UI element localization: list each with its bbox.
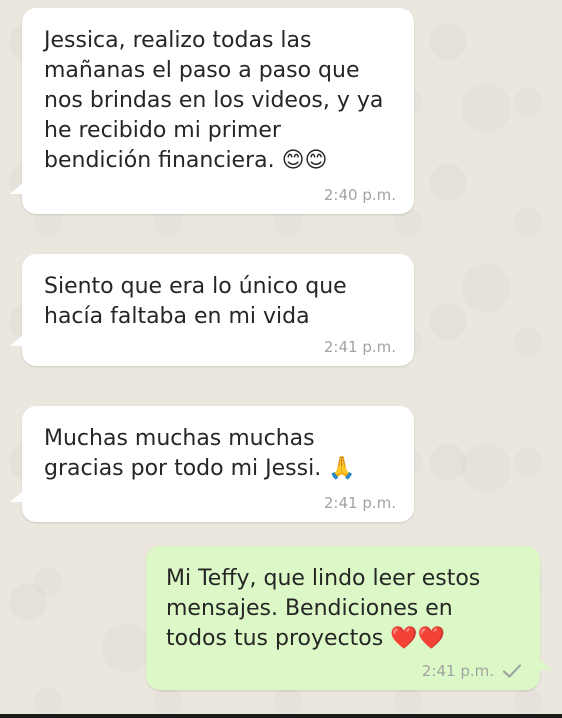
message-text: Muchas muchas muchas gracias por todo mi…	[44, 426, 356, 481]
message-bubble-incoming[interactable]: Muchas muchas muchas gracias por todo mi…	[10, 406, 414, 522]
sent-check-icon	[502, 663, 522, 679]
message-timestamp: 2:40 p.m.	[323, 186, 396, 204]
message-timestamp: 2:41 p.m.	[421, 662, 494, 680]
message-bubble-outgoing[interactable]: Mi Teffy, que lindo leer estos mensajes.…	[146, 546, 552, 690]
message-bubble-incoming[interactable]: Siento que era lo único que hacía faltab…	[10, 254, 414, 366]
message-text: Jessica, realizo todas las mañanas el pa…	[44, 28, 384, 173]
message-meta: 2:41 p.m.	[422, 662, 522, 680]
message-meta: 2:41 p.m.	[324, 494, 396, 512]
message-meta: 2:41 p.m.	[324, 338, 396, 356]
message-meta: 2:40 p.m.	[324, 186, 396, 204]
message-text: Mi Teffy, que lindo leer estos mensajes.…	[166, 566, 481, 651]
message-text: Siento que era lo único que hacía faltab…	[44, 274, 347, 329]
chat-background: Jessica, realizo todas las mañanas el pa…	[0, 0, 562, 718]
message-timestamp: 2:41 p.m.	[323, 338, 396, 356]
bottom-edge-bar	[0, 714, 562, 718]
message-timestamp: 2:41 p.m.	[323, 494, 396, 512]
message-bubble-incoming[interactable]: Jessica, realizo todas las mañanas el pa…	[10, 8, 414, 214]
